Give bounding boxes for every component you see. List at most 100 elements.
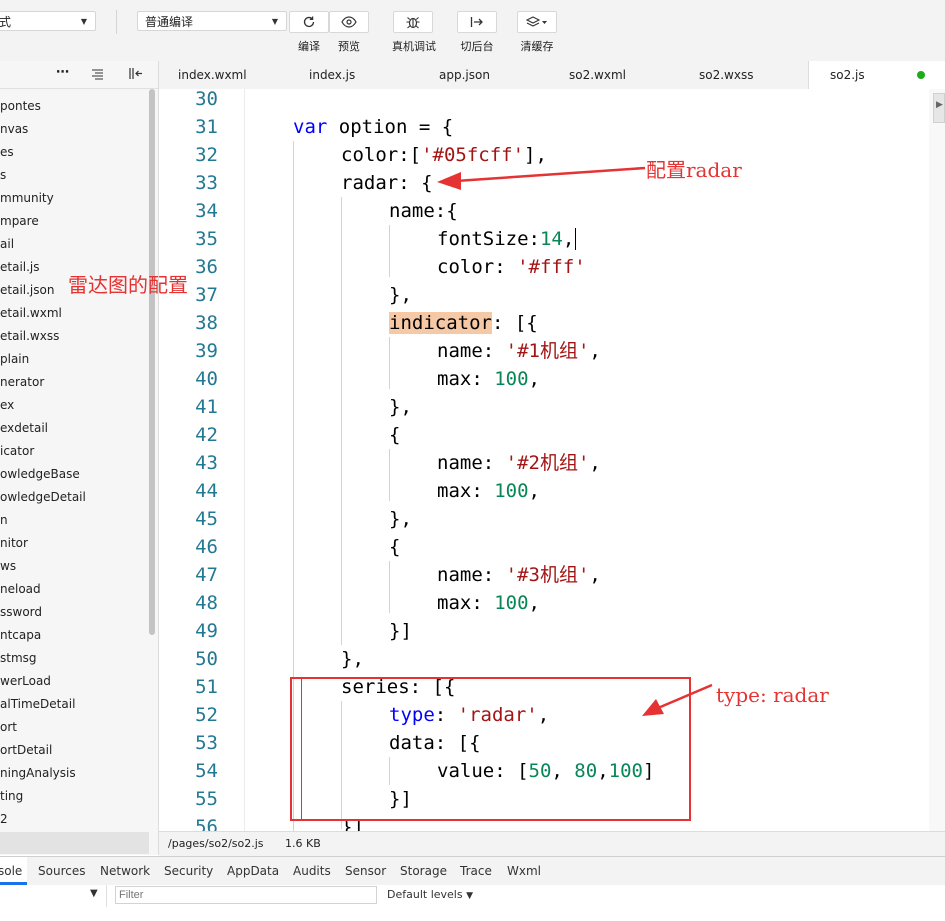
line-number: 48	[195, 592, 218, 614]
more-icon[interactable]: ⋯	[56, 65, 69, 80]
tab-console[interactable]: sole	[0, 857, 22, 885]
tab-sources[interactable]: Sources	[38, 857, 85, 885]
line-number: 47	[195, 564, 218, 586]
sidebar-file-item[interactable]: plain	[0, 349, 29, 369]
sidebar-file-item[interactable]: ex	[0, 395, 14, 415]
collapse-icon[interactable]	[91, 69, 104, 80]
minimap-toggle[interactable]: ▶	[933, 93, 945, 123]
sidebar-file-item[interactable]: nvas	[0, 119, 28, 139]
line-number: 55	[195, 788, 218, 810]
code-line-47: name: '#3机组',	[437, 561, 601, 589]
preview-button[interactable]: 预览	[328, 11, 370, 54]
line-number: 31	[195, 116, 218, 138]
code-text: ,	[528, 592, 540, 614]
sidebar-file-item[interactable]: exdetail	[0, 418, 48, 438]
tab-label: so2.wxml	[569, 68, 626, 82]
context-dropdown-icon[interactable]: ▼	[90, 888, 98, 899]
tab-sensor[interactable]: Sensor	[345, 857, 386, 885]
line-number: 54	[195, 760, 218, 782]
editor-scrollbar[interactable]: ▶	[929, 89, 945, 831]
tab-so2-wxml[interactable]: so2.wxml	[569, 61, 626, 89]
file-size: 1.6 KB	[285, 837, 321, 850]
device-debug-button[interactable]: 真机调试	[392, 11, 436, 54]
string-literal: '#fff'	[517, 256, 586, 278]
indent-guide	[389, 225, 390, 277]
code-line-43: name: '#2机组',	[437, 449, 601, 477]
sidebar-file-item[interactable]: etail.wxml	[0, 303, 62, 323]
chevron-down-icon: ▼	[271, 17, 278, 26]
annotation-highlight-box	[290, 677, 691, 821]
sidebar-file-item[interactable]: ntcapa	[0, 625, 41, 645]
sidebar-file-item[interactable]: mpare	[0, 211, 39, 231]
sidebar-toggle-icon[interactable]	[128, 67, 143, 80]
sidebar-file-item[interactable]: etail.wxss	[0, 326, 59, 346]
sidebar-file-item[interactable]: etail.js	[0, 257, 40, 277]
status-bar: /pages/so2/so2.js 1.6 KB	[159, 831, 945, 856]
unsaved-dot-icon	[917, 71, 925, 79]
tab-network[interactable]: Network	[100, 857, 150, 885]
tab-security[interactable]: Security	[164, 857, 213, 885]
eye-icon	[341, 16, 357, 28]
code-line-48: max: 100,	[437, 589, 540, 617]
sidebar-file-item[interactable]: 2	[0, 809, 8, 829]
line-number: 44	[195, 480, 218, 502]
sidebar-file-item[interactable]: ail	[0, 234, 14, 254]
string-literal: '#1机组'	[505, 340, 590, 362]
tab-storage[interactable]: Storage	[400, 857, 447, 885]
compile-mode-select[interactable]: 普通编译 ▼	[137, 11, 287, 31]
sidebar-file-item[interactable]: s	[0, 165, 6, 185]
mode-select[interactable]: 式 ▼	[0, 11, 96, 31]
code-line-34: name:{	[389, 200, 458, 222]
switch-background-button[interactable]: 切后台	[456, 11, 498, 54]
code-line-32: color:['#05fcff'],	[341, 141, 547, 169]
clear-cache-button[interactable]: 清缓存	[516, 11, 558, 54]
sidebar-file-item[interactable]: stmsg	[0, 648, 37, 668]
sidebar-file-item[interactable]: ningAnalysis	[0, 763, 76, 783]
tab-index-js[interactable]: index.js	[309, 61, 355, 89]
code-text: max:	[437, 480, 495, 502]
sidebar-file-item[interactable]: ssword	[0, 602, 42, 622]
console-filter-input[interactable]	[115, 886, 377, 904]
log-levels-select[interactable]: Default levels ▼	[387, 888, 473, 901]
sidebar-file-item[interactable]: icator	[0, 441, 34, 461]
tab-app-json[interactable]: app.json	[439, 61, 490, 89]
keyword: var	[293, 116, 328, 138]
toolbar: 式 ▼ 普通编译 ▼ 编译 预览 真机调试 切后台 清缓存	[0, 0, 945, 62]
sidebar-file-item[interactable]: etail.json	[0, 280, 54, 300]
code-text: ,	[528, 480, 540, 502]
tab-label: app.json	[439, 68, 490, 82]
tab-trace[interactable]: Trace	[460, 857, 492, 885]
code-text: ,	[589, 452, 601, 474]
line-number: 32	[195, 144, 218, 166]
sidebar-file-item[interactable]: mmunity	[0, 188, 54, 208]
string-literal: '#05fcff'	[421, 144, 525, 166]
line-number: 30	[195, 89, 218, 110]
sidebar-file-item[interactable]: owledgeDetail	[0, 487, 86, 507]
sidebar-file-item[interactable]: ortDetail	[0, 740, 52, 760]
tab-so2-js[interactable]: so2.js	[808, 61, 945, 90]
number-literal: 14	[539, 228, 563, 250]
sidebar-file-item[interactable]: nerator	[0, 372, 44, 392]
sidebar-file-item[interactable]: n	[0, 510, 8, 530]
tab-audits[interactable]: Audits	[293, 857, 331, 885]
sidebar-file-item[interactable]: werLoad	[0, 671, 51, 691]
line-number: 52	[195, 704, 218, 726]
sidebar-file-item[interactable]: neload	[0, 579, 41, 599]
sidebar-file-item[interactable]: owledgeBase	[0, 464, 80, 484]
compile-button[interactable]: 编译	[288, 11, 330, 54]
sidebar-scrollbar[interactable]	[149, 89, 155, 635]
sidebar-file-item[interactable]: pontes	[0, 96, 41, 116]
code-text: color:	[437, 256, 518, 278]
code-text: ,	[589, 564, 601, 586]
sidebar-file-item[interactable]: nitor	[0, 533, 28, 553]
tab-so2-wxss[interactable]: so2.wxss	[699, 61, 753, 89]
tab-index-wxml[interactable]: index.wxml	[178, 61, 247, 89]
tab-wxml[interactable]: Wxml	[507, 857, 541, 885]
sidebar-file-item[interactable]: ting	[0, 786, 23, 806]
sidebar-file-item[interactable]: es	[0, 142, 14, 162]
sidebar-file-item[interactable]: alTimeDetail	[0, 694, 75, 714]
tab-appdata[interactable]: AppData	[227, 857, 279, 885]
sidebar-file-item[interactable]: ws	[0, 556, 16, 576]
code-line-44: max: 100,	[437, 477, 540, 505]
sidebar-file-item[interactable]: ort	[0, 717, 17, 737]
